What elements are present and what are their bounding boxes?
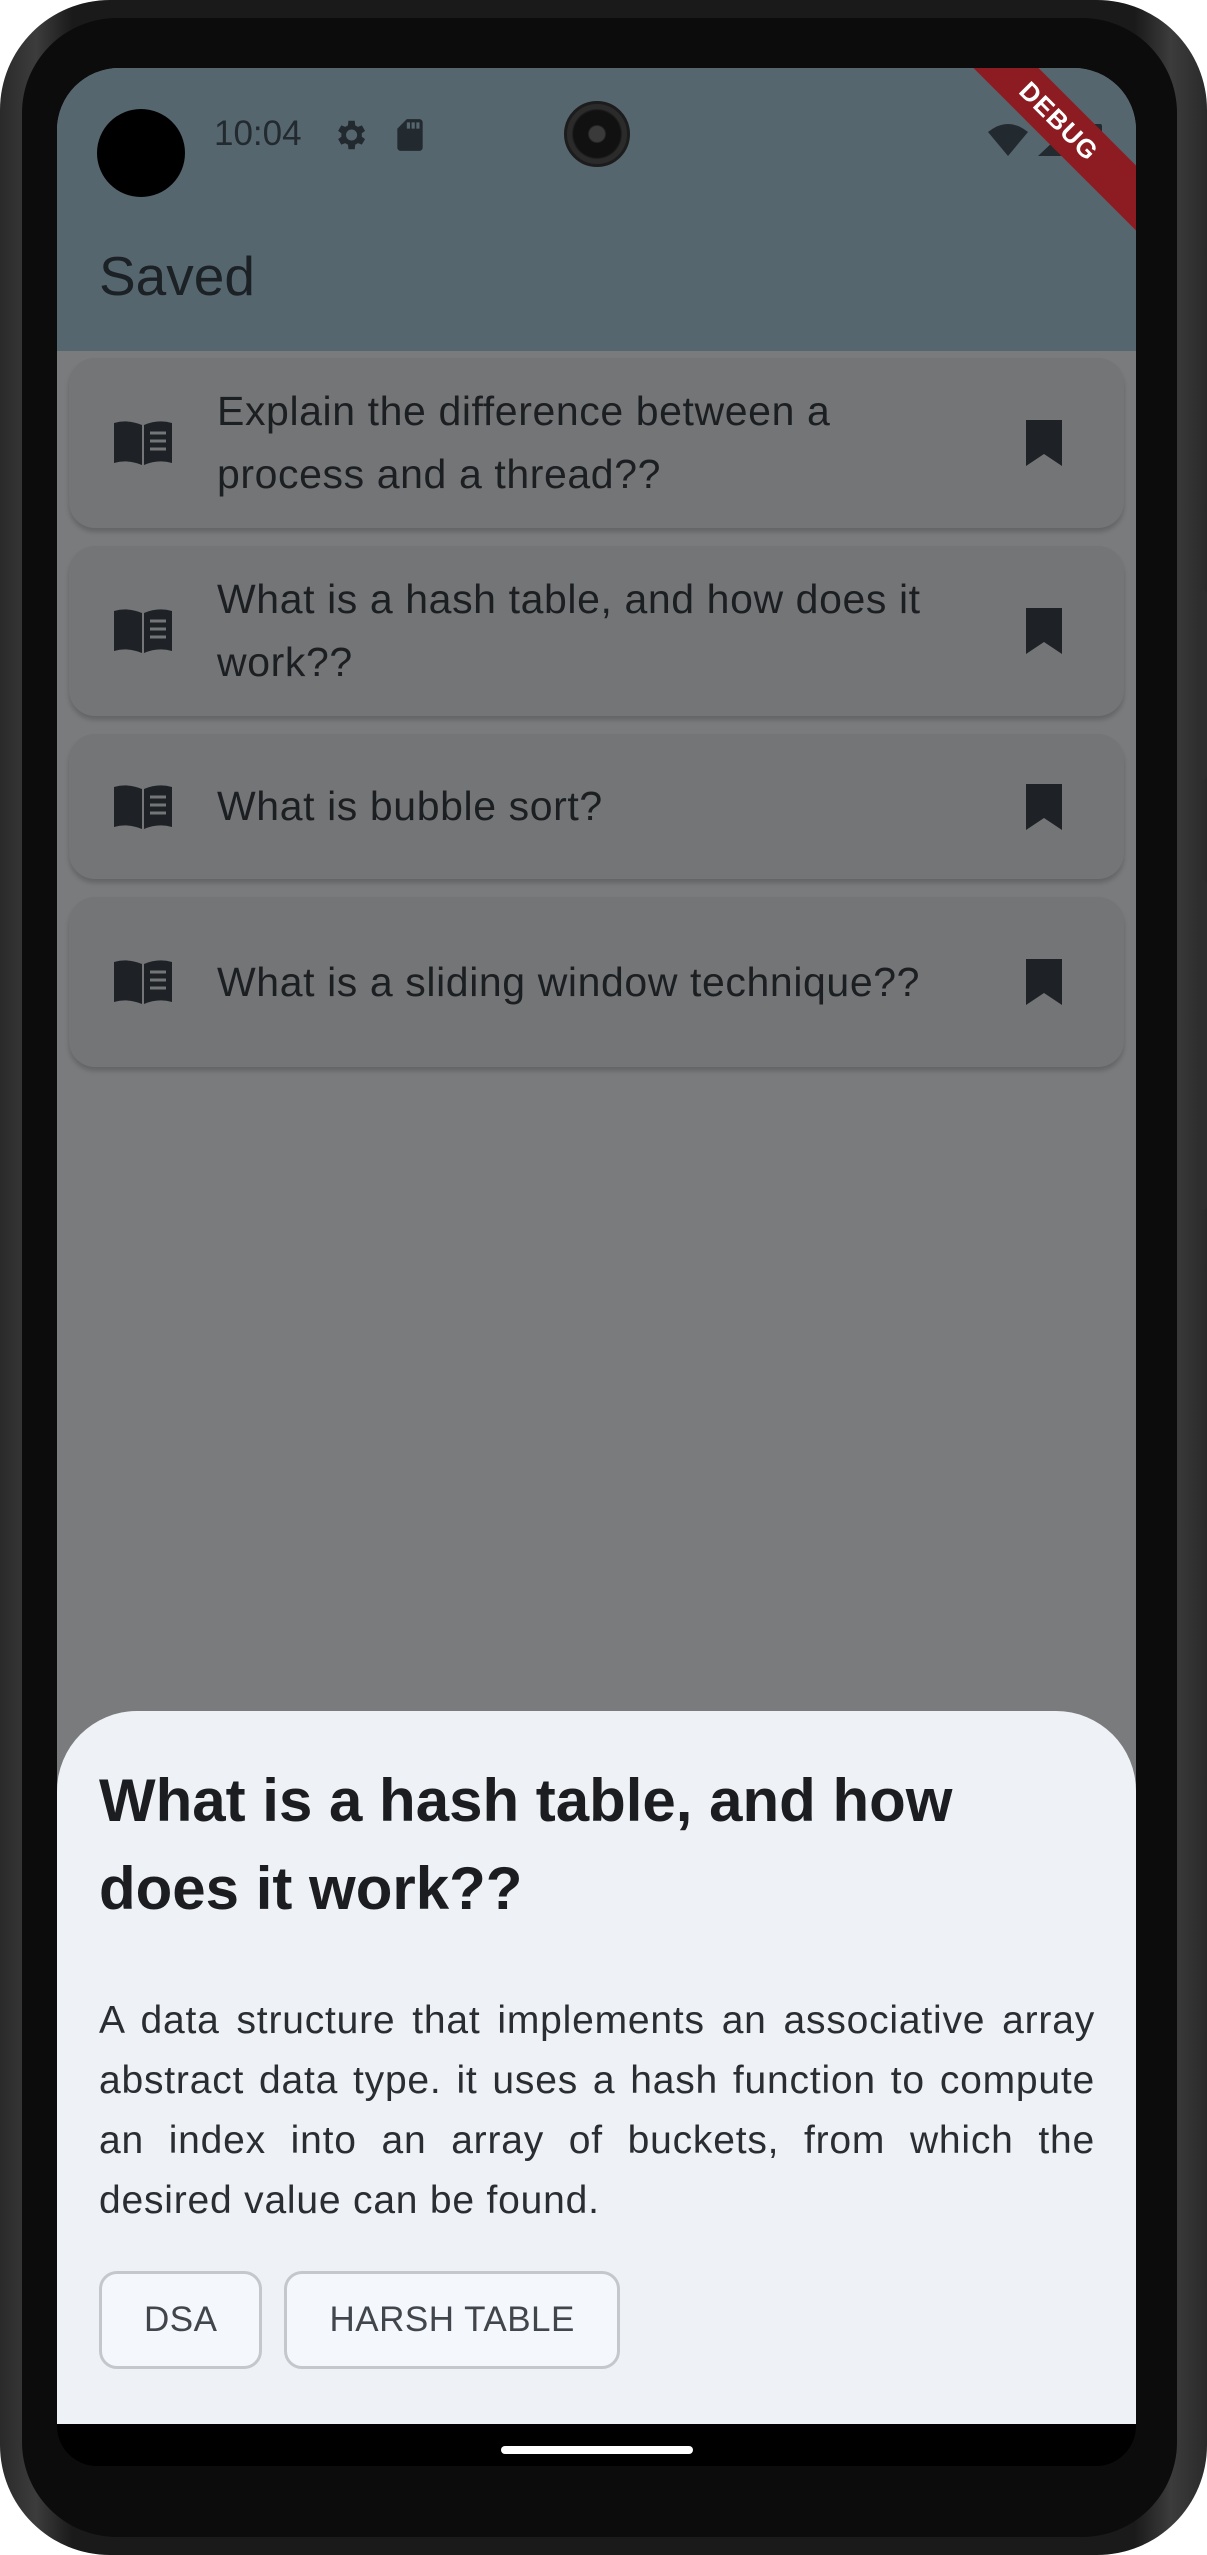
tag-chip-dsa[interactable]: DSA — [99, 2271, 263, 2369]
menu-book-icon — [69, 419, 217, 467]
bookmark-icon[interactable] — [964, 418, 1124, 468]
volume-button — [1199, 590, 1207, 780]
sheet-title: What is a hash table, and how does it wo… — [99, 1767, 953, 1922]
settings-icon — [338, 120, 366, 150]
page-title: Saved — [99, 245, 255, 307]
status-bar: 10:04 DEBUG — [57, 68, 1136, 240]
question-text: What is a hash table, and how does it wo… — [217, 576, 921, 685]
menu-book-icon — [69, 607, 217, 655]
question-text: What is bubble sort? — [217, 783, 603, 829]
status-time: 10:04 — [214, 114, 302, 153]
question-text: Explain the difference between a process… — [217, 388, 831, 497]
answer-text: A data structure that implements an asso… — [99, 1999, 1095, 2222]
menu-book-icon — [69, 958, 217, 1006]
bookmark-icon[interactable] — [964, 957, 1124, 1007]
saved-questions-list: Explain the difference between a process… — [69, 358, 1124, 1085]
list-item[interactable]: What is bubble sort? — [69, 734, 1124, 879]
power-button — [1199, 880, 1207, 1210]
front-camera — [564, 101, 630, 167]
question-text: What is a sliding window technique?? — [217, 958, 921, 1005]
bookmark-icon[interactable] — [964, 782, 1124, 832]
question-detail-sheet[interactable]: What is a hash table, and how does it wo… — [57, 1711, 1136, 2424]
tag-chip-harsh-table[interactable]: HARSH TABLE — [284, 2271, 620, 2369]
profile-avatar — [97, 109, 185, 197]
bookmark-icon[interactable] — [964, 606, 1124, 656]
navigation-bar — [57, 2424, 1136, 2466]
menu-book-icon — [69, 783, 217, 831]
list-item[interactable]: What is a sliding window technique?? — [69, 897, 1124, 1067]
list-item[interactable]: What is a hash table, and how does it wo… — [69, 546, 1124, 716]
screen: 10:04 DEBUG Saved Explain the difference… — [57, 68, 1136, 2424]
tag-chips: DSA HARSH TABLE — [99, 2271, 620, 2369]
list-item[interactable]: Explain the difference between a process… — [69, 358, 1124, 528]
sd-card-icon — [397, 119, 423, 151]
home-gesture-handle[interactable] — [501, 2446, 693, 2454]
app-bar: 10:04 DEBUG Saved — [57, 68, 1136, 351]
